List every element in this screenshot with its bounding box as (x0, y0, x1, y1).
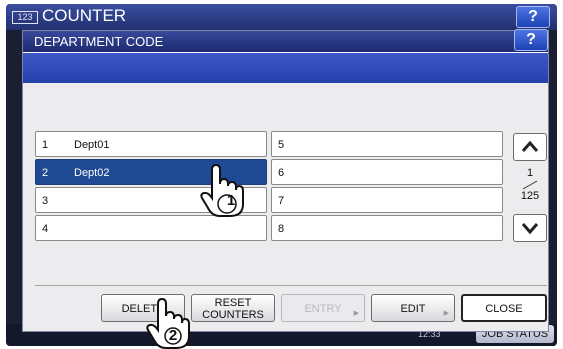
pointer-hand-icon-step-1 (200, 163, 244, 217)
page-title: COUNTER (42, 6, 127, 25)
chevron-up-icon (521, 140, 539, 152)
row-number: 2 (42, 167, 49, 179)
divider (35, 285, 547, 286)
row-number: 3 (42, 195, 49, 207)
row-name: Dept01 (74, 139, 110, 151)
chevron-down-icon (521, 223, 539, 235)
row-number: 5 (278, 139, 285, 151)
department-row-6[interactable]: 6 (271, 159, 503, 185)
row-number: 1 (42, 139, 49, 151)
copier-screen: 123 COUNTER ? 12:33 JOB STATUS DEPARTMEN… (6, 4, 557, 346)
submenu-arrow-icon: ▶ (353, 310, 359, 317)
row-name: Dept02 (74, 167, 110, 179)
dialog-title: DEPARTMENT CODE (23, 31, 548, 52)
close-button[interactable]: CLOSE (461, 294, 547, 322)
page-total: 125 (520, 190, 540, 202)
dialog-help-button[interactable]: ? (514, 29, 548, 51)
header-help-button[interactable]: ? (516, 6, 550, 28)
reset-counters-button[interactable]: RESET COUNTERS (191, 294, 275, 322)
page-up-button[interactable] (513, 133, 547, 161)
department-row-1[interactable]: 1 Dept01 (35, 131, 267, 157)
department-row-8[interactable]: 8 (271, 215, 503, 241)
page-divider-slash (522, 180, 538, 190)
department-code-dialog: DEPARTMENT CODE 1 Dept01 2 Dept02 3 4 5 … (22, 30, 549, 332)
page-current: 1 (526, 167, 534, 179)
submenu-arrow-icon: ▶ (443, 310, 449, 317)
row-number: 8 (278, 223, 285, 235)
edit-button[interactable]: EDIT ▶ (371, 294, 455, 322)
department-row-5[interactable]: 5 (271, 131, 503, 157)
row-number: 4 (42, 223, 49, 235)
step-2-label: 2 (168, 327, 178, 344)
counter-icon: 123 (12, 11, 38, 24)
dialog-header-band (23, 53, 548, 83)
step-1-label: 1 (226, 192, 236, 209)
page-down-button[interactable] (513, 214, 547, 242)
entry-button: ENTRY ▶ (281, 294, 365, 322)
row-number: 6 (278, 167, 285, 179)
counter-header: 123 COUNTER ? (6, 4, 557, 30)
department-row-7[interactable]: 7 (271, 187, 503, 213)
row-number: 7 (278, 195, 285, 207)
